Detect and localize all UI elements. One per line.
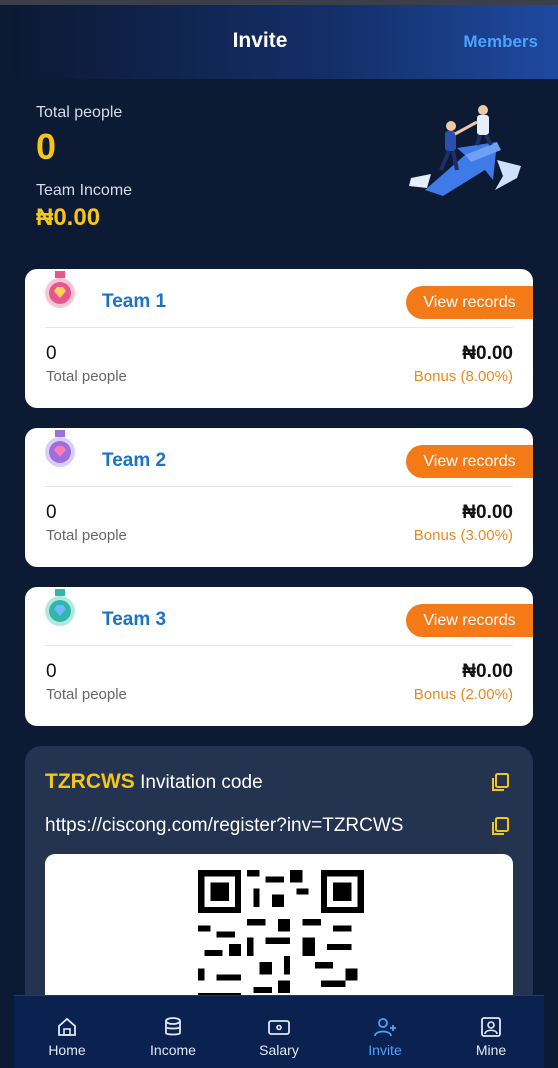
team-income-amount: ₦0.00: [462, 343, 513, 364]
invitation-code-row: TZRCWS Invitation code: [45, 770, 263, 794]
add-user-icon: [374, 1018, 396, 1037]
teamwork-illustration: [409, 105, 521, 196]
total-people-value: 0: [36, 126, 57, 167]
tab-label: Home: [48, 1042, 86, 1058]
tab-home[interactable]: Home: [14, 996, 120, 1068]
team-people-count: 0: [46, 502, 57, 523]
tab-income[interactable]: Income: [120, 996, 226, 1068]
total-people-label: Total people: [36, 104, 123, 121]
team-name: Team 1: [102, 291, 167, 312]
team-name: Team 2: [102, 450, 167, 471]
medal-icon: [45, 430, 75, 467]
bottom-tab-bar: Home Income Salary Invite Mine: [14, 995, 544, 1068]
view-records-button[interactable]: View records: [406, 286, 533, 319]
members-link[interactable]: Members: [463, 32, 538, 52]
tab-label: Invite: [368, 1042, 402, 1058]
team-3-card: Team 3 View records 0 Total people ₦0.00…: [25, 587, 533, 726]
tab-label: Income: [150, 1042, 196, 1058]
wallet-icon: [268, 1020, 290, 1035]
page-title: Invite: [232, 29, 288, 52]
team-income-amount: ₦0.00: [462, 502, 513, 523]
tab-mine[interactable]: Mine: [438, 996, 544, 1068]
view-records-button[interactable]: View records: [406, 445, 533, 478]
team-people-count: 0: [46, 661, 57, 682]
copy-code-icon[interactable]: [490, 772, 510, 792]
home-icon: [58, 1017, 76, 1036]
tab-label: Mine: [475, 1042, 507, 1058]
team-name: Team 3: [102, 609, 167, 630]
team-people-count: 0: [46, 343, 57, 364]
team-people-label: Total people: [46, 686, 127, 703]
team-income-value: ₦0.00: [36, 204, 101, 231]
tab-salary[interactable]: Salary: [226, 996, 332, 1068]
copy-link-icon[interactable]: [490, 816, 510, 836]
invitation-code: TZRCWS: [45, 770, 135, 793]
team-bonus: Bonus (2.00%): [413, 686, 513, 703]
app-header: Invite Members: [14, 5, 558, 79]
team-people-label: Total people: [46, 368, 127, 385]
tab-invite[interactable]: Invite: [332, 996, 438, 1068]
database-icon: [165, 1017, 181, 1036]
invitation-code-label: Invitation code: [140, 772, 263, 793]
team-1-card: Team 1 View records 0 Total people ₦0.00…: [25, 269, 533, 408]
team-people-label: Total people: [46, 527, 127, 544]
team-2-card: Team 2 View records 0 Total people ₦0.00…: [25, 428, 533, 567]
profile-icon: [481, 1017, 501, 1037]
team-bonus: Bonus (8.00%): [413, 368, 513, 385]
tab-label: Salary: [259, 1042, 299, 1058]
view-records-button[interactable]: View records: [406, 604, 533, 637]
team-stats: Total people 0 Team Income ₦0.00: [36, 104, 132, 232]
medal-icon: [45, 271, 75, 308]
divider: [45, 486, 513, 487]
divider: [45, 645, 513, 646]
medal-icon: [45, 589, 75, 626]
invitation-link: https://ciscong.com/register?inv=TZRCWS: [45, 815, 404, 836]
team-income-amount: ₦0.00: [462, 661, 513, 682]
divider: [45, 327, 513, 328]
team-income-label: Team Income: [36, 182, 133, 199]
team-bonus: Bonus (3.00%): [413, 527, 513, 544]
